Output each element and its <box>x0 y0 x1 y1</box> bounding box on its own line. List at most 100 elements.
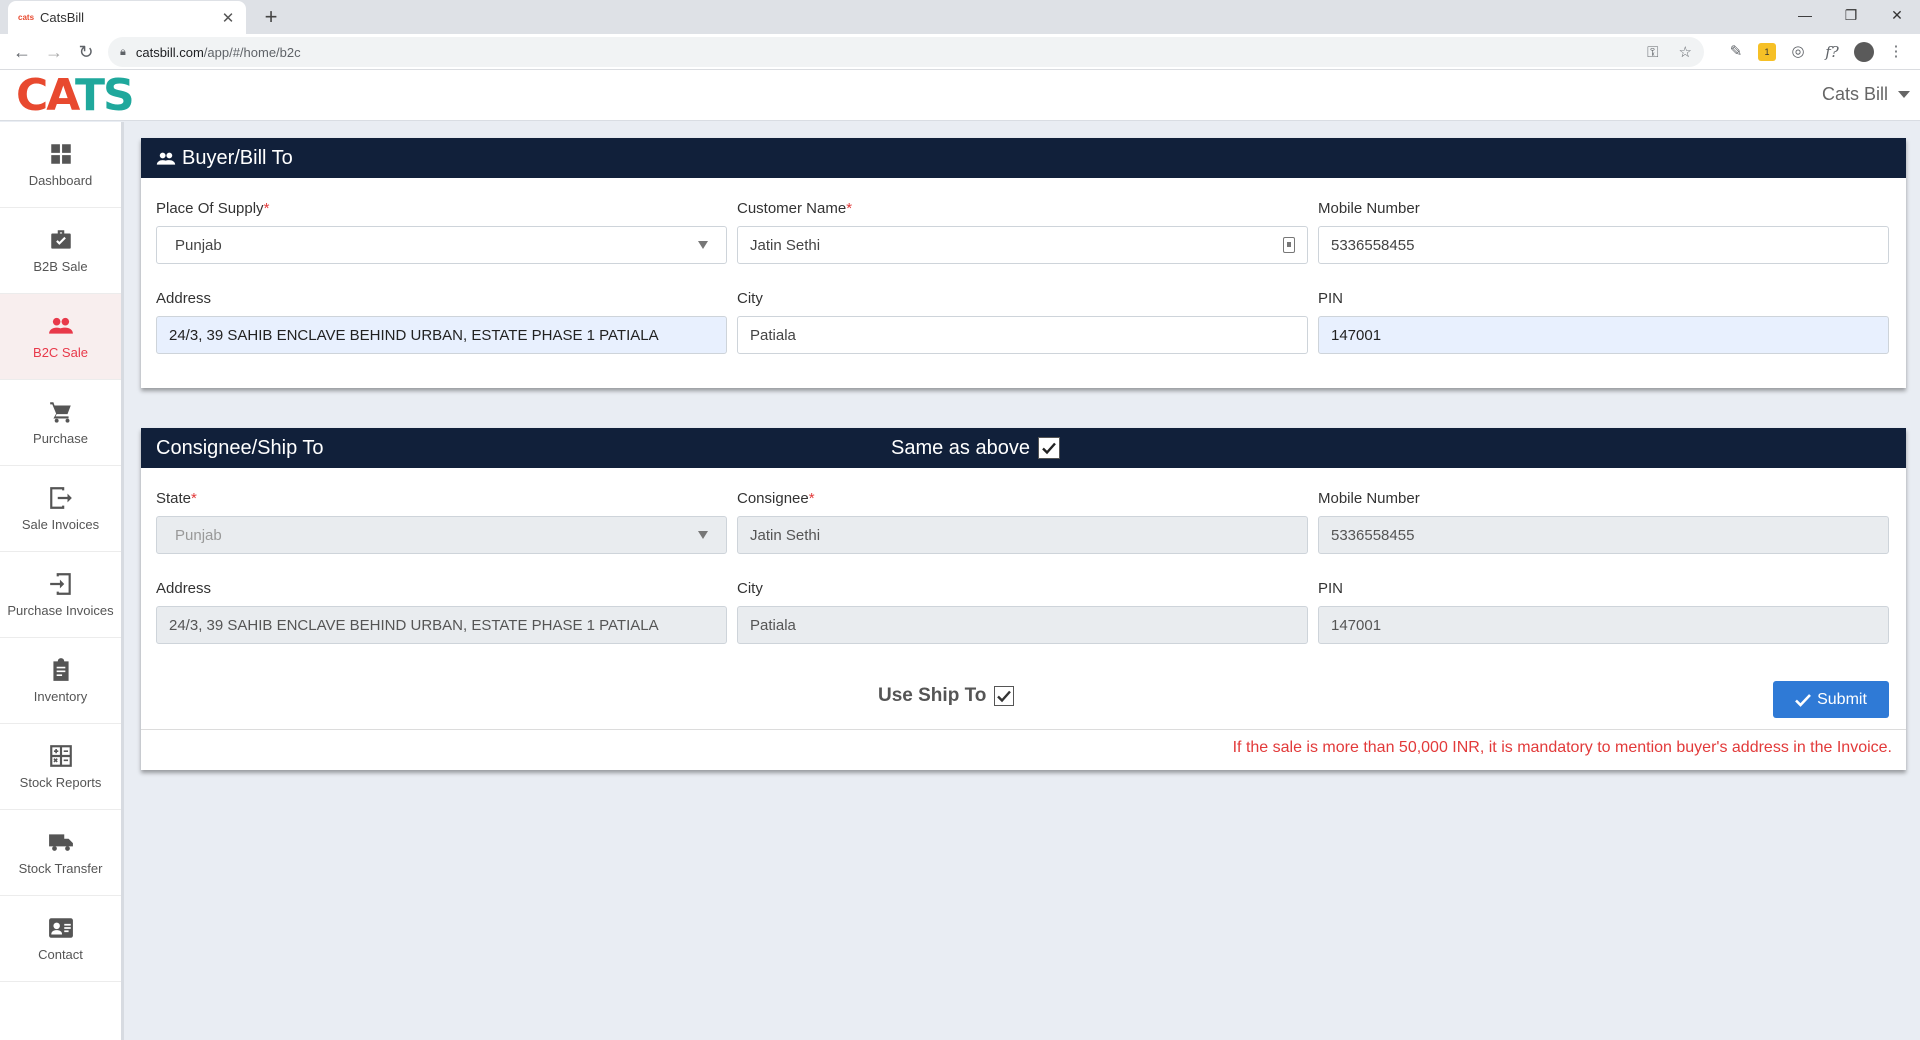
consignee-card: Consignee/Ship To Same as above State* P… <box>141 428 1906 770</box>
favicon-icon: cats <box>18 13 35 22</box>
customer-name-field: Customer Name* Jatin Sethi <box>737 200 1308 264</box>
place-of-supply-select[interactable]: Punjab <box>156 226 727 264</box>
truck-icon <box>48 834 73 851</box>
dropdown-arrow-icon <box>698 241 708 249</box>
aperture-extension-icon[interactable]: ◎ <box>1786 40 1810 64</box>
consignee-pin-label: PIN <box>1318 580 1344 597</box>
people-icon <box>48 317 73 334</box>
sidebar-item-stock-reports[interactable]: Stock Reports <box>0 724 121 810</box>
mobile-number-input[interactable]: 5336558455 <box>1318 226 1889 264</box>
use-ship-to-label: Use Ship To <box>878 685 987 706</box>
enter-icon <box>49 573 71 595</box>
people-icon <box>156 152 176 165</box>
mobile-number-field: Mobile Number 5336558455 <box>1318 200 1889 264</box>
use-ship-to-toggle: Use Ship To <box>878 685 1015 707</box>
sidebar-item-stock-transfer[interactable]: Stock Transfer <box>0 810 121 896</box>
consignee-city-label: City <box>737 580 763 597</box>
forward-icon[interactable]: → <box>40 38 68 66</box>
place-of-supply-label: Place Of Supply* <box>156 200 270 217</box>
same-as-above-checkbox[interactable] <box>1037 437 1060 459</box>
same-as-above-label: Same as above <box>891 436 1030 459</box>
sidebar-item-dashboard[interactable]: Dashboard <box>0 122 121 208</box>
contact-picker-icon[interactable] <box>1283 237 1295 253</box>
use-ship-to-checkbox[interactable] <box>994 686 1015 706</box>
address-input[interactable]: 24/3, 39 SAHIB ENCLAVE BEHIND URBAN, EST… <box>156 316 727 354</box>
consignee-mobile-input: 5336558455 <box>1318 516 1889 554</box>
maximize-button[interactable]: ❐ <box>1828 0 1874 30</box>
star-icon[interactable]: ☆ <box>1679 43 1692 61</box>
address-label: Address <box>156 290 212 307</box>
browser-tabstrip: cats CatsBill ✕ + — ❐ ✕ <box>0 0 1920 34</box>
tab-close-icon[interactable]: ✕ <box>220 9 236 27</box>
app-header: CATS Cats Bill <box>0 70 1920 121</box>
profile-avatar[interactable] <box>1854 42 1874 62</box>
pin-label: PIN <box>1318 290 1344 307</box>
sidebar-item-b2b-sale[interactable]: B2B Sale <box>0 208 121 294</box>
sidebar-item-purchase-invoices[interactable]: Purchase Invoices <box>0 552 121 638</box>
city-field: City Patiala <box>737 290 1308 354</box>
sidebar-item-contact[interactable]: Contact <box>0 896 121 982</box>
extensions-area: ✎ 1 ◎ f? ⋮ <box>1724 40 1908 64</box>
state-label: State* <box>156 490 197 507</box>
city-input[interactable]: Patiala <box>737 316 1308 354</box>
url-text: catsbill.com/app/#/home/b2c <box>135 44 301 60</box>
same-as-above-toggle: Same as above <box>891 428 1060 468</box>
state-field: State* Punjab <box>156 490 727 554</box>
clipboard-icon <box>52 658 69 681</box>
close-window-button[interactable]: ✕ <box>1874 0 1920 30</box>
consignee-address-field: Address 24/3, 39 SAHIB ENCLAVE BEHIND UR… <box>156 580 727 644</box>
place-of-supply-field: Place Of Supply* Punjab <box>156 200 727 264</box>
calculator-icon <box>49 745 72 767</box>
address-bar[interactable]: 🔒︎ catsbill.com/app/#/home/b2c ⚿ ☆ <box>108 37 1704 67</box>
consignee-mobile-field: Mobile Number 5336558455 <box>1318 490 1889 554</box>
customer-name-input[interactable]: Jatin Sethi <box>737 226 1308 264</box>
lock-icon: 🔒︎ <box>120 45 126 58</box>
divider <box>141 729 1906 730</box>
consignee-mobile-label: Mobile Number <box>1318 490 1420 507</box>
sidebar-item-inventory[interactable]: Inventory <box>0 638 121 724</box>
submit-label: Submit <box>1817 690 1867 708</box>
buyer-card-title: Buyer/Bill To <box>182 146 293 169</box>
consignee-card-header: Consignee/Ship To Same as above <box>141 428 1906 468</box>
buyer-card: Buyer/Bill To Place Of Supply* Punjab Cu… <box>141 138 1906 388</box>
consignee-address-label: Address <box>156 580 212 597</box>
reload-icon[interactable]: ↻ <box>72 38 100 66</box>
user-menu[interactable]: Cats Bill <box>1822 84 1910 105</box>
consignee-name-label: Consignee* <box>737 490 815 507</box>
tab-title: CatsBill <box>40 10 85 25</box>
pin-field: PIN 147001 <box>1318 290 1889 354</box>
state-select: Punjab <box>156 516 727 554</box>
formula-extension-icon[interactable]: f? <box>1820 40 1844 64</box>
exit-icon <box>49 487 72 509</box>
caret-down-icon <box>1898 91 1910 98</box>
menu-dots-icon[interactable]: ⋮ <box>1884 40 1908 64</box>
sidebar-item-b2c-sale[interactable]: B2C Sale <box>0 294 121 380</box>
briefcase-check-icon <box>50 230 71 249</box>
sidebar-item-sale-invoices[interactable]: Sale Invoices <box>0 466 121 552</box>
consignee-pin-field: PIN 147001 <box>1318 580 1889 644</box>
key-icon[interactable]: ⚿ <box>1647 44 1658 61</box>
checkmark-icon <box>997 690 1012 703</box>
consignee-name-input: Jatin Sethi <box>737 516 1308 554</box>
minimize-button[interactable]: — <box>1782 0 1828 30</box>
dashboard-icon <box>50 144 71 164</box>
new-tab-button[interactable]: + <box>258 4 284 30</box>
consignee-address-input: 24/3, 39 SAHIB ENCLAVE BEHIND URBAN, EST… <box>156 606 727 644</box>
buyer-card-header: Buyer/Bill To <box>141 138 1906 178</box>
pin-input[interactable]: 147001 <box>1318 316 1889 354</box>
sidebar: Dashboard B2B Sale B2C Sale Purchase Sal… <box>0 122 124 1040</box>
mobile-number-label: Mobile Number <box>1318 200 1420 217</box>
sidebar-item-purchase[interactable]: Purchase <box>0 380 121 466</box>
user-name: Cats Bill <box>1821 84 1888 104</box>
browser-tab[interactable]: cats CatsBill ✕ <box>8 1 246 34</box>
browser-toolbar: ← → ↻ 🔒︎ catsbill.com/app/#/home/b2c ⚿ ☆… <box>0 34 1920 70</box>
customer-name-label: Customer Name* <box>737 200 853 217</box>
notes-extension-icon[interactable]: 1 <box>1758 43 1776 61</box>
consignee-city-input: Patiala <box>737 606 1308 644</box>
address-warning-text: If the sale is more than 50,000 INR, it … <box>1232 739 1892 756</box>
submit-button[interactable]: Submit <box>1773 681 1889 718</box>
cats-logo[interactable]: CATS <box>16 74 135 118</box>
pen-extension-icon[interactable]: ✎ <box>1724 40 1748 64</box>
back-icon[interactable]: ← <box>8 38 36 66</box>
checkmark-icon <box>1042 442 1056 455</box>
